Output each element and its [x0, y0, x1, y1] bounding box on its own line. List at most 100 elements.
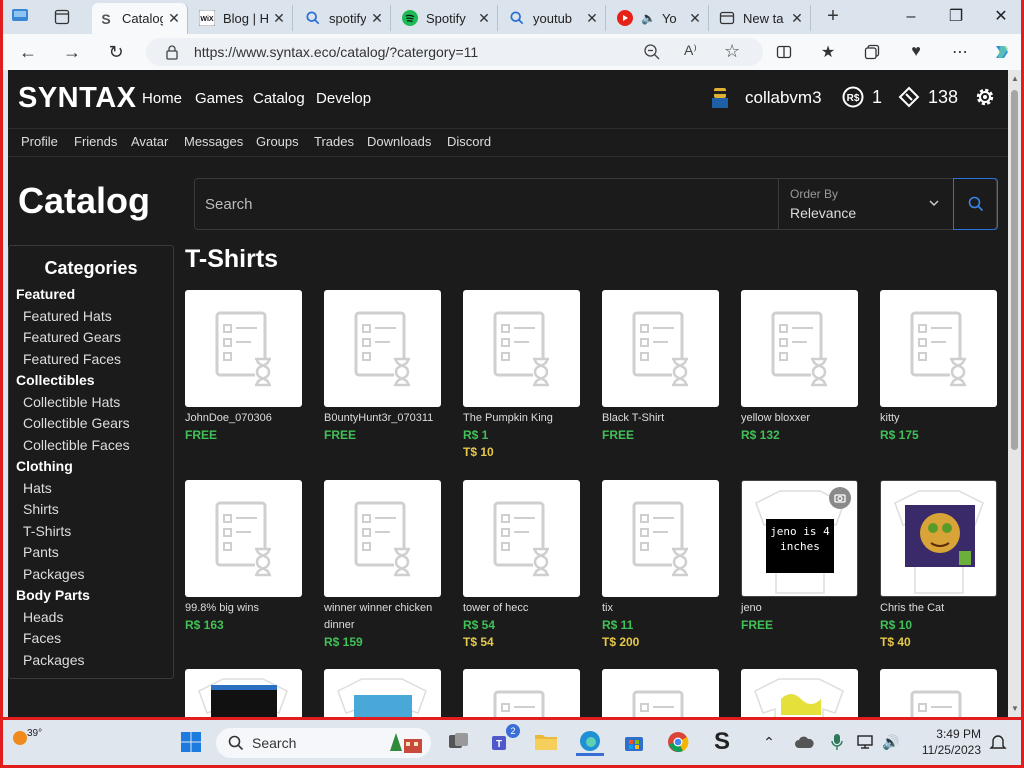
subnav-profile[interactable]: Profile — [21, 134, 58, 149]
scroll-up-arrow[interactable]: ▲ — [1011, 74, 1019, 83]
browser-tab[interactable]: Spotify ✕ — [396, 5, 498, 31]
item-name[interactable]: Black T-Shirt — [602, 410, 719, 427]
onedrive-icon[interactable] — [793, 728, 815, 756]
scroll-down-arrow[interactable]: ▼ — [1011, 704, 1019, 713]
search-input[interactable] — [195, 179, 777, 229]
subnav-groups[interactable]: Groups — [256, 134, 299, 149]
item-thumbnail[interactable] — [463, 480, 580, 597]
item-thumbnail[interactable] — [880, 480, 997, 597]
close-tab-icon[interactable]: ✕ — [688, 10, 702, 27]
category-group[interactable]: Collectibles — [16, 372, 95, 388]
catalog-item[interactable]: jeno is 4 inches jeno FREE — [741, 480, 858, 634]
item-thumbnail[interactable] — [463, 669, 580, 717]
subnav-friends[interactable]: Friends — [74, 134, 117, 149]
copilot-icon[interactable] — [989, 40, 1015, 64]
file-explorer-icon[interactable] — [532, 728, 560, 756]
item-name[interactable]: The Pumpkin King — [463, 410, 580, 427]
item-name[interactable]: jeno — [741, 600, 858, 617]
close-tab-icon[interactable]: ✕ — [477, 10, 491, 27]
subnav-discord[interactable]: Discord — [447, 134, 491, 149]
camera-icon[interactable] — [829, 487, 851, 509]
nav-home[interactable]: Home — [142, 90, 182, 107]
category-item[interactable]: Packages — [23, 566, 84, 582]
task-view-icon[interactable] — [445, 728, 473, 756]
item-thumbnail[interactable] — [880, 669, 997, 717]
page-scrollbar[interactable]: ▲ ▼ — [1008, 70, 1021, 717]
url-text[interactable]: https://www.syntax.eco/catalog/?catergor… — [194, 44, 478, 60]
catalog-item[interactable]: Black T-Shirt FREE — [602, 290, 719, 444]
category-item[interactable]: Collectible Gears — [23, 415, 130, 431]
item-name[interactable]: tix — [602, 600, 719, 617]
teams-icon[interactable]: T 2 — [488, 724, 520, 756]
subnav-trades[interactable]: Trades — [314, 134, 354, 149]
catalog-item[interactable]: B0untyHunt3r_070311 FREE — [324, 290, 441, 444]
item-thumbnail[interactable] — [324, 480, 441, 597]
start-button[interactable] — [177, 728, 205, 756]
syntax-app-icon[interactable]: S — [708, 728, 736, 756]
edge-icon[interactable] — [576, 728, 604, 756]
close-tab-icon[interactable]: ✕ — [585, 10, 599, 27]
gear-icon[interactable] — [973, 85, 997, 109]
new-tab-button[interactable]: + — [820, 6, 846, 28]
category-item[interactable]: T-Shirts — [23, 523, 71, 539]
category-item[interactable]: Featured Gears — [23, 329, 121, 345]
order-by-select[interactable]: Order By Relevance — [778, 179, 953, 229]
item-name[interactable]: kitty — [880, 410, 997, 427]
scrollbar-thumb[interactable] — [1011, 90, 1018, 450]
item-thumbnail[interactable] — [741, 290, 858, 407]
taskbar-search[interactable]: Search — [216, 728, 431, 758]
tab-actions-icon[interactable] — [47, 6, 77, 28]
catalog-item[interactable] — [324, 669, 441, 717]
favorite-star-icon[interactable]: ☆ — [724, 41, 740, 62]
item-name[interactable]: B0untyHunt3r_070311 — [324, 410, 441, 427]
search-button[interactable] — [953, 178, 998, 230]
category-group[interactable]: Featured — [16, 286, 75, 302]
catalog-item[interactable] — [185, 669, 302, 717]
item-thumbnail[interactable] — [324, 290, 441, 407]
weather-widget[interactable]: 39° — [9, 726, 42, 751]
browser-tab[interactable]: S Catalog ✕ — [92, 3, 188, 34]
category-item[interactable]: Featured Hats — [23, 308, 112, 324]
category-item[interactable]: Featured Faces — [23, 351, 121, 367]
catalog-item[interactable]: JohnDoe_070306 FREE — [185, 290, 302, 444]
item-thumbnail[interactable] — [741, 669, 858, 717]
subnav-downloads[interactable]: Downloads — [367, 134, 431, 149]
browser-tab[interactable]: New ta ✕ — [713, 5, 811, 31]
category-item[interactable]: Faces — [23, 630, 61, 646]
item-thumbnail[interactable] — [602, 290, 719, 407]
subnav-avatar[interactable]: Avatar — [131, 134, 168, 149]
item-name[interactable]: Chris the Cat — [880, 600, 997, 617]
forward-button[interactable]: → — [58, 39, 86, 65]
store-icon[interactable] — [620, 728, 648, 756]
close-window-button[interactable]: ✕ — [984, 6, 1018, 28]
close-tab-icon[interactable]: ✕ — [370, 10, 384, 27]
tix-balance[interactable]: 138 — [898, 86, 958, 108]
speaker-icon[interactable]: 🔈 — [641, 11, 656, 25]
close-tab-icon[interactable]: ✕ — [790, 10, 804, 27]
close-tab-icon[interactable]: ✕ — [167, 10, 181, 27]
category-item[interactable]: Shirts — [23, 501, 59, 517]
restore-button[interactable]: ❐ — [939, 6, 973, 28]
item-name[interactable]: winner winner chicken dinner — [324, 600, 441, 634]
read-aloud-icon[interactable]: A⁾ — [684, 42, 697, 59]
item-thumbnail[interactable] — [602, 480, 719, 597]
collections-icon[interactable] — [859, 40, 885, 64]
item-thumbnail[interactable] — [463, 290, 580, 407]
subnav-messages[interactable]: Messages — [184, 134, 243, 149]
item-thumbnail[interactable] — [880, 290, 997, 407]
catalog-item[interactable] — [602, 669, 719, 717]
category-group[interactable]: Body Parts — [16, 587, 90, 603]
browser-tab[interactable]: spotify ✕ — [299, 5, 391, 31]
nav-develop[interactable]: Develop — [316, 90, 371, 107]
nav-games[interactable]: Games — [195, 90, 243, 107]
user-avatar[interactable] — [708, 86, 732, 112]
show-hidden-icons[interactable]: ⌃ — [759, 728, 779, 756]
notifications-icon[interactable] — [987, 728, 1009, 756]
volume-icon[interactable]: 🔊 — [881, 728, 901, 756]
favorites-icon[interactable]: ★ — [815, 40, 841, 64]
item-name[interactable]: tower of hecc — [463, 600, 580, 617]
zoom-out-icon[interactable] — [643, 43, 661, 61]
refresh-button[interactable]: ↻ — [102, 39, 130, 65]
browser-tab[interactable]: WiX Blog | H ✕ — [193, 5, 293, 31]
address-bar[interactable]: https://www.syntax.eco/catalog/?catergor… — [146, 38, 763, 66]
